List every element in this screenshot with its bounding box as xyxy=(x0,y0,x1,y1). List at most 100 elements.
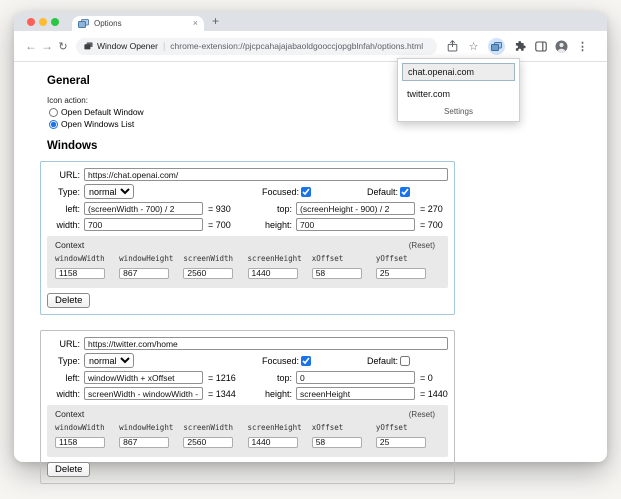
ctx-field-input[interactable] xyxy=(248,437,298,448)
minimize-window-button[interactable] xyxy=(39,18,47,26)
type-select[interactable]: normal xyxy=(84,184,134,199)
width-result: = 700 xyxy=(208,220,252,230)
url-label: URL: xyxy=(47,339,80,349)
focused-checkbox[interactable] xyxy=(301,356,311,366)
open-default-window-radio[interactable] xyxy=(49,108,58,117)
zoom-window-button[interactable] xyxy=(51,18,59,26)
ctx-field-name: yOffset xyxy=(376,254,440,263)
profile-avatar-icon[interactable] xyxy=(555,40,568,53)
browser-tab-options[interactable]: Options × xyxy=(72,16,204,31)
windows-heading: Windows xyxy=(47,140,607,152)
ctx-field-input[interactable] xyxy=(119,268,169,279)
ctx-field-input[interactable] xyxy=(183,268,233,279)
ctx-field-input[interactable] xyxy=(376,437,426,448)
type-select[interactable]: normal xyxy=(84,353,134,368)
context-reset-link[interactable]: (Reset) xyxy=(409,241,435,250)
ctx-field-name: screenHeight xyxy=(248,423,312,432)
ctx-field-input[interactable] xyxy=(55,437,105,448)
height-label: height: xyxy=(252,389,292,399)
ctx-field-name: windowHeight xyxy=(119,423,183,432)
screenshot-stage: Options × + ← → ↻ Window Opener | chrome… xyxy=(0,0,621,499)
ctx-field-name: windowHeight xyxy=(119,254,183,263)
focused-checkbox[interactable] xyxy=(301,187,311,197)
width-expression-input[interactable] xyxy=(84,387,203,400)
reload-icon[interactable]: ↻ xyxy=(55,40,71,53)
top-label: top: xyxy=(252,204,292,214)
left-label: left: xyxy=(47,373,80,383)
extensions-puzzle-icon[interactable] xyxy=(513,40,526,53)
forward-icon[interactable]: → xyxy=(39,39,55,53)
left-result: = 1216 xyxy=(208,373,252,383)
popup-settings-link[interactable]: Settings xyxy=(398,104,519,118)
extension-name-label: Window Opener xyxy=(97,41,158,51)
ctx-field-input[interactable] xyxy=(183,437,233,448)
top-result: = 270 xyxy=(420,204,464,214)
left-expression-input[interactable] xyxy=(84,371,203,384)
window-opener-extension-icon[interactable] xyxy=(488,38,505,55)
browser-window: Options × + ← → ↻ Window Opener | chrome… xyxy=(14,12,607,462)
ctx-field-input[interactable] xyxy=(55,268,105,279)
ctx-field-input[interactable] xyxy=(248,268,298,279)
url-input[interactable] xyxy=(84,168,448,181)
icon-action-label: Icon action: xyxy=(47,96,607,105)
ctx-field-input[interactable] xyxy=(312,268,362,279)
ctx-field-name: yOffset xyxy=(376,423,440,432)
type-label: Type: xyxy=(47,187,80,197)
context-reset-link[interactable]: (Reset) xyxy=(409,410,435,419)
share-icon[interactable] xyxy=(446,40,459,53)
popup-item-chat-openai[interactable]: chat.openai.com xyxy=(402,63,515,81)
height-result: = 1440 xyxy=(420,389,464,399)
title-bar: Options × + xyxy=(14,12,607,31)
ctx-field-input[interactable] xyxy=(376,268,426,279)
popup-item-twitter[interactable]: twitter.com xyxy=(398,85,519,104)
url-label: URL: xyxy=(47,170,80,180)
radio-open-windows-list[interactable]: Open Windows List xyxy=(49,119,607,129)
height-expression-input[interactable] xyxy=(296,218,415,231)
focused-label: Focused: xyxy=(262,187,299,197)
ctx-field-name: windowWidth xyxy=(55,254,119,263)
ctx-field-name: screenHeight xyxy=(248,254,312,263)
type-label: Type: xyxy=(47,356,80,366)
width-label: width: xyxy=(47,220,80,230)
ctx-field-name: windowWidth xyxy=(55,423,119,432)
top-expression-input[interactable] xyxy=(296,371,415,384)
tab-title: Options xyxy=(94,19,193,28)
delete-window-button[interactable]: Delete xyxy=(47,462,90,477)
tab-close-icon[interactable]: × xyxy=(193,19,198,28)
focused-label: Focused: xyxy=(262,356,299,366)
height-expression-input[interactable] xyxy=(296,387,415,400)
traffic-lights xyxy=(27,18,59,26)
extension-chip-icon xyxy=(84,42,93,50)
context-box: Context (Reset) windowWidth windowHeight xyxy=(47,405,448,457)
context-box: Context (Reset) windowWidth windowHeight xyxy=(47,236,448,288)
top-expression-input[interactable] xyxy=(296,202,415,215)
open-default-window-label: Open Default Window xyxy=(61,107,144,117)
radio-open-default-window[interactable]: Open Default Window xyxy=(49,107,607,117)
width-label: width: xyxy=(47,389,80,399)
ctx-field-input[interactable] xyxy=(312,437,362,448)
open-windows-list-radio[interactable] xyxy=(49,120,58,129)
height-result: = 700 xyxy=(420,220,464,230)
browser-menu-icon[interactable]: ⋮ xyxy=(576,40,589,53)
new-tab-button[interactable]: + xyxy=(212,14,219,28)
width-expression-input[interactable] xyxy=(84,218,203,231)
delete-window-button[interactable]: Delete xyxy=(47,293,90,308)
default-checkbox[interactable] xyxy=(400,187,410,197)
window-panel-1: URL: Type: normal Focused: Default: xyxy=(40,161,455,315)
bookmark-star-icon[interactable]: ☆ xyxy=(467,40,480,53)
open-windows-list-label: Open Windows List xyxy=(61,119,134,129)
extension-popup: chat.openai.com twitter.com Settings xyxy=(397,58,520,122)
close-window-button[interactable] xyxy=(27,18,35,26)
context-title: Context xyxy=(55,409,84,419)
left-expression-input[interactable] xyxy=(84,202,203,215)
context-title: Context xyxy=(55,240,84,250)
back-icon[interactable]: ← xyxy=(23,39,39,53)
tab-favicon-windows-icon xyxy=(78,19,89,28)
default-checkbox[interactable] xyxy=(400,356,410,366)
url-input[interactable] xyxy=(84,337,448,350)
side-panel-icon[interactable] xyxy=(534,40,547,53)
top-result: = 0 xyxy=(420,373,464,383)
left-result: = 930 xyxy=(208,204,252,214)
address-bar[interactable]: Window Opener | chrome-extension://pjcpc… xyxy=(76,38,437,55)
ctx-field-input[interactable] xyxy=(119,437,169,448)
